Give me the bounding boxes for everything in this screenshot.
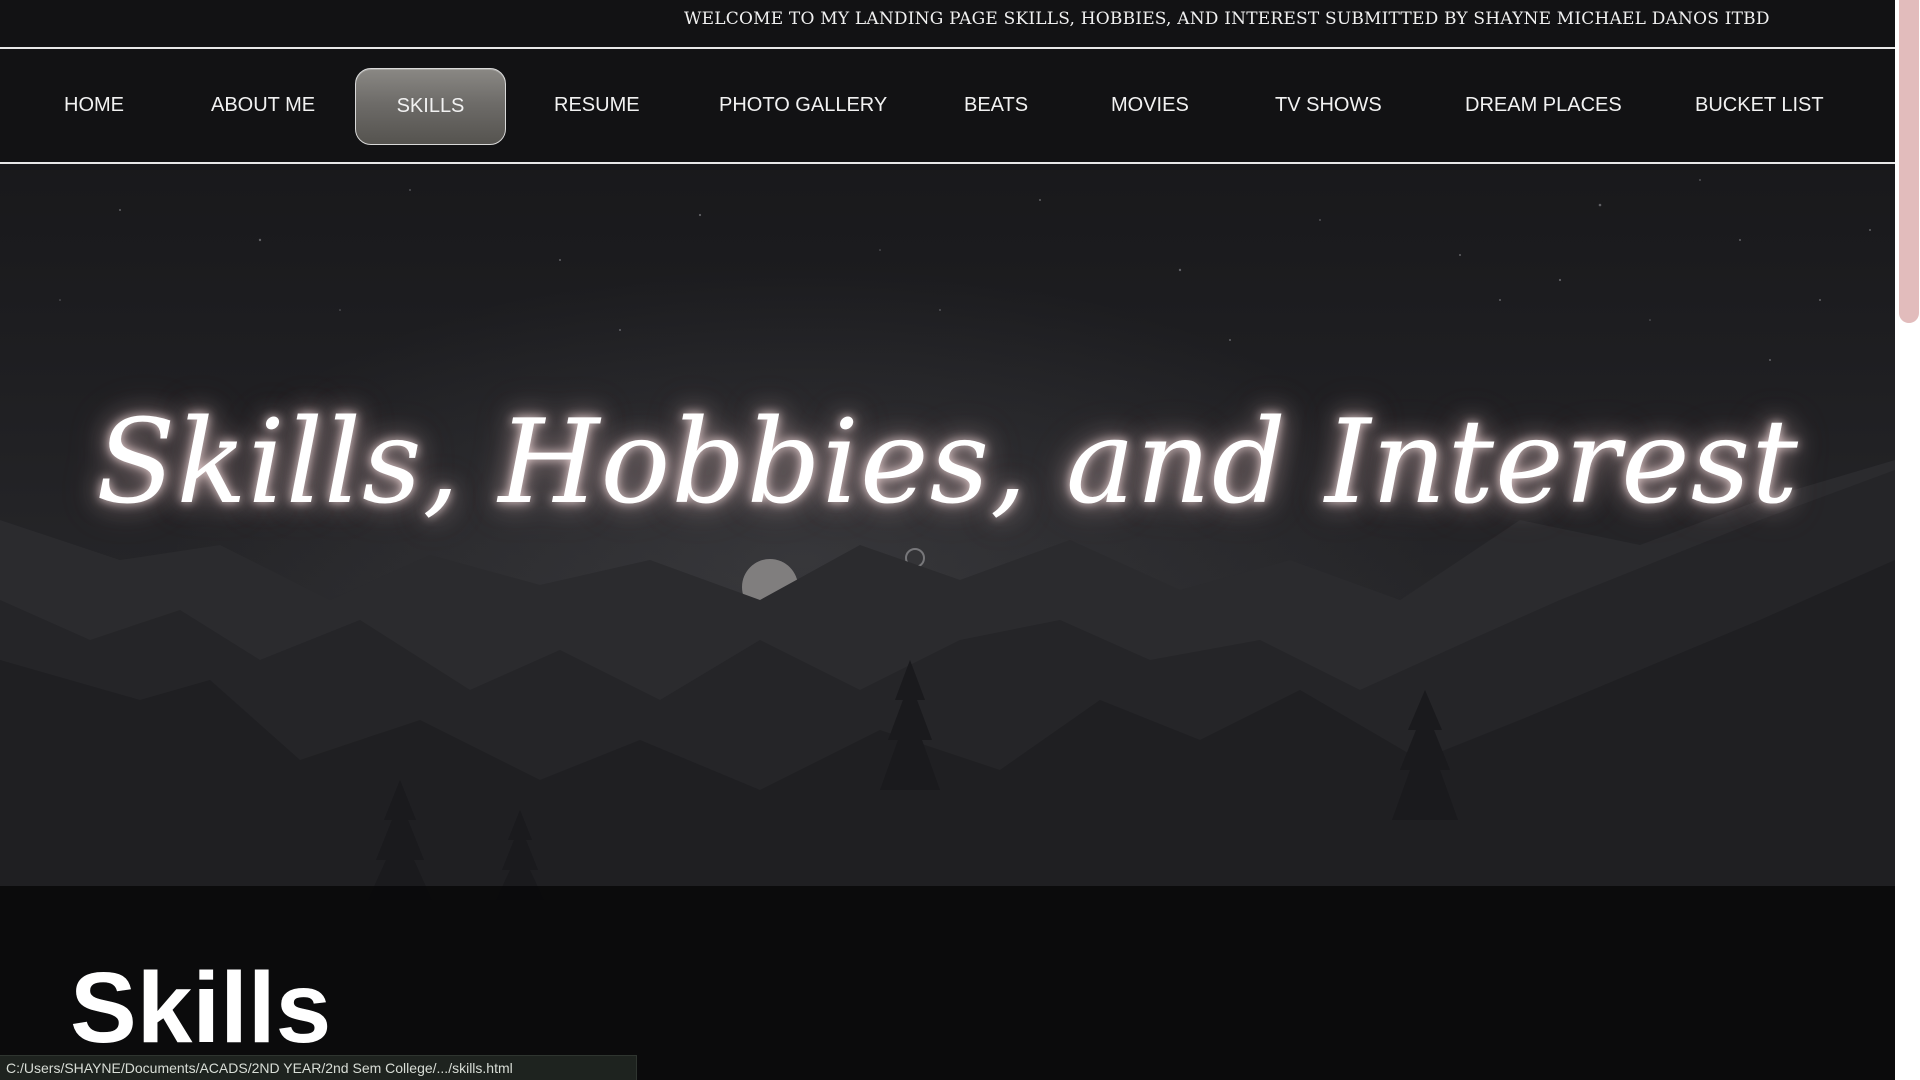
nav-dream-places[interactable]: DREAM PLACES [1465,49,1622,162]
skills-section: Skills [0,886,1895,1080]
nav-home[interactable]: HOME [64,49,124,162]
hero-title: Skills, Hobbies, and Interest [96,395,1799,530]
nav-bucket-list[interactable]: BUCKET LIST [1695,49,1824,162]
page: WELCOME TO MY LANDING PAGE SKILLS, HOBBI… [0,0,1920,1080]
nav-tv-shows[interactable]: TV SHOWS [1275,49,1382,162]
nav-beats[interactable]: BEATS [964,49,1028,162]
welcome-banner: WELCOME TO MY LANDING PAGE SKILLS, HOBBI… [0,0,1895,49]
nav-photo-gallery[interactable]: PHOTO GALLERY [719,49,887,162]
nav-movies[interactable]: MOVIES [1111,49,1189,162]
main-navigation: HOME ABOUT ME SKILLS RESUME PHOTO GALLER… [0,49,1895,164]
section-heading: Skills [70,952,332,1064]
nav-resume[interactable]: RESUME [554,49,640,162]
link-status-bar: C:/Users/SHAYNE/Documents/ACADS/2ND YEAR… [0,1055,637,1080]
welcome-text: WELCOME TO MY LANDING PAGE SKILLS, HOBBI… [684,9,1770,29]
nav-skills[interactable]: SKILLS [355,68,506,145]
scrollbar-thumb[interactable] [1899,0,1919,323]
stars [59,179,1871,361]
vertical-scrollbar[interactable] [1895,0,1920,1080]
nav-about-me[interactable]: ABOUT ME [211,49,315,162]
